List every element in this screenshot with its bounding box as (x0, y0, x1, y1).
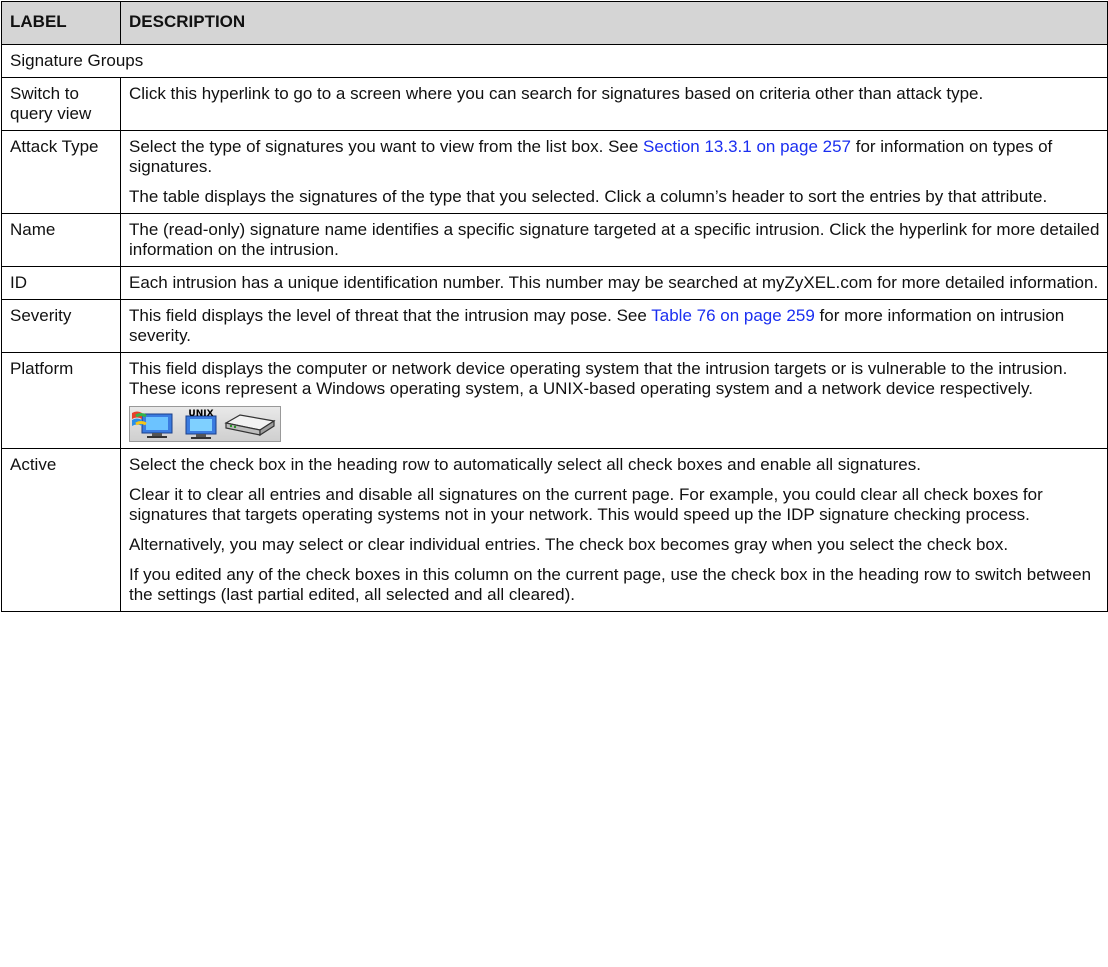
row-label: Attack Type (1, 130, 121, 214)
table-row: Attack Type Select the type of signature… (1, 130, 1108, 214)
row-label: Switch to query view (1, 77, 121, 131)
windows-icon (132, 411, 173, 438)
description-text: Select the type of signatures you want t… (129, 137, 1100, 177)
platform-icons: UNIX (129, 406, 281, 442)
row-description: This field displays the computer or netw… (120, 352, 1108, 449)
row-label: Platform (1, 352, 121, 449)
table-header-row: LABEL DESCRIPTION (1, 1, 1108, 45)
description-text: The table displays the signatures of the… (129, 187, 1048, 206)
description-table: LABEL DESCRIPTION Signature Groups Switc… (1, 1, 1108, 612)
description-text: Alternatively, you may select or clear i… (129, 535, 1009, 554)
description-text: This field displays the level of threat … (129, 306, 1100, 346)
row-description: Each intrusion has a unique identificati… (120, 266, 1108, 300)
row-label: Active (1, 448, 121, 612)
section-row: Signature Groups (1, 44, 1108, 78)
section-title: Signature Groups (1, 44, 1108, 78)
text-fragment: This field displays the level of threat … (129, 306, 652, 325)
row-description: This field displays the level of threat … (120, 299, 1108, 353)
table-row: Active Select the check box in the headi… (1, 448, 1108, 612)
description-text: Click this hyperlink to go to a screen w… (129, 84, 984, 103)
description-text: Select the check box in the heading row … (129, 455, 921, 474)
row-label: Name (1, 213, 121, 267)
unix-icon: UNIX (185, 409, 217, 439)
text-fragment: Select the type of signatures you want t… (129, 137, 644, 156)
row-description: Select the type of signatures you want t… (120, 130, 1108, 214)
row-description: The (read-only) signature name identifie… (120, 213, 1108, 267)
row-label: ID (1, 266, 121, 300)
table-row: Platform This field displays the compute… (1, 352, 1108, 449)
description-header: DESCRIPTION (120, 1, 1108, 45)
row-description: Select the check box in the heading row … (120, 448, 1108, 612)
description-text: Clear it to clear all entries and disabl… (129, 485, 1043, 524)
description-text: This field displays the computer or netw… (129, 359, 1068, 398)
description-text: The (read-only) signature name identifie… (129, 220, 1100, 259)
row-description: Click this hyperlink to go to a screen w… (120, 77, 1108, 131)
network-device-icon (224, 414, 276, 437)
table-row: Name The (read-only) signature name iden… (1, 213, 1108, 267)
row-label: Severity (1, 299, 121, 353)
table-row: ID Each intrusion has a unique identific… (1, 266, 1108, 300)
description-text: If you edited any of the check boxes in … (129, 565, 1092, 604)
description-text: Each intrusion has a unique identificati… (129, 273, 1099, 292)
table-row: Severity This field displays the level o… (1, 299, 1108, 353)
table-link[interactable]: Table 76 on page 259 (651, 306, 815, 325)
table-row: Switch to query view Click this hyperlin… (1, 77, 1108, 131)
unix-label: UNIX (188, 409, 213, 419)
label-header: LABEL (1, 1, 121, 45)
section-link[interactable]: Section 13.3.1 on page 257 (643, 137, 851, 156)
